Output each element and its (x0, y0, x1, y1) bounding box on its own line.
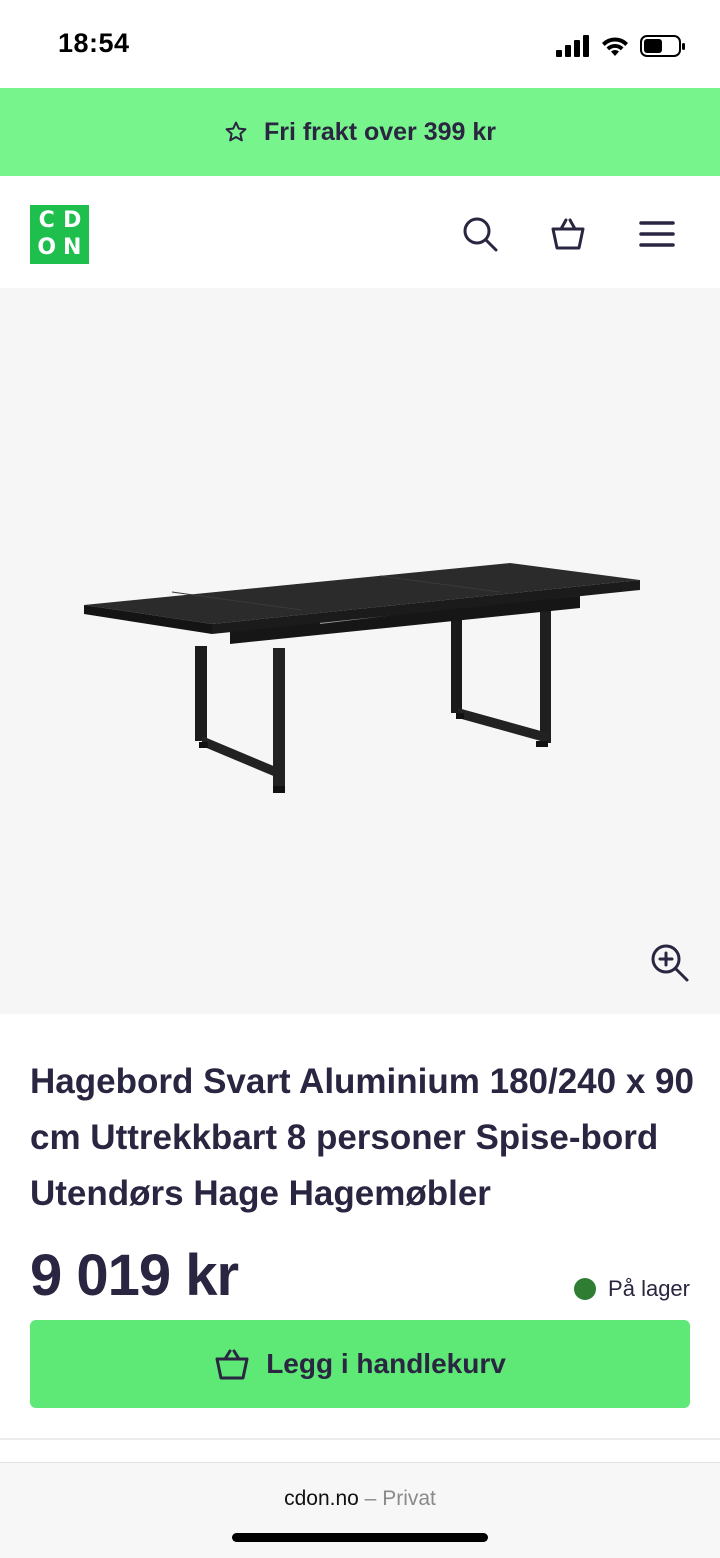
free-shipping-banner[interactable]: Fri frakt over 399 kr (0, 88, 720, 176)
signal-icon (556, 35, 589, 57)
section-divider (0, 1438, 720, 1440)
wifi-icon (602, 37, 628, 56)
zoom-in-icon (651, 944, 689, 982)
stock-status: På lager (574, 1276, 690, 1302)
basket-icon (215, 1349, 249, 1380)
add-to-cart-button[interactable]: Legg i handlekurv (30, 1320, 690, 1408)
zoom-button[interactable] (650, 943, 690, 983)
status-time: 18:54 (58, 28, 130, 58)
logo-letter-o: O (37, 234, 57, 260)
add-to-cart-label: Legg i handlekurv (266, 1348, 506, 1379)
private-mode-label: Privat (382, 1487, 436, 1510)
cart-button[interactable] (548, 214, 588, 254)
browser-address-bar[interactable]: cdon.no – Privat (0, 1462, 720, 1558)
stock-status-label: På lager (608, 1276, 690, 1301)
cdon-logo[interactable]: C D O N (30, 205, 89, 264)
logo-letter-c: C (38, 208, 55, 234)
star-icon (225, 121, 247, 142)
logo-letter-n: N (63, 234, 82, 260)
search-icon (463, 217, 498, 252)
product-image-gallery[interactable] (0, 288, 720, 1014)
url-domain: cdon.no (284, 1487, 359, 1510)
promo-text: Fri frakt over 399 kr (263, 117, 497, 146)
menu-button[interactable] (637, 214, 677, 254)
search-button[interactable] (460, 214, 500, 254)
site-header: C D O N (0, 176, 720, 288)
status-bar: 18:54 (0, 0, 720, 88)
basket-icon (551, 218, 585, 250)
home-indicator[interactable] (232, 1533, 488, 1542)
browser-url[interactable]: cdon.no – Privat (0, 1487, 720, 1511)
product-title: Hagebord Svart Aluminium 180/240 x 90 cm… (30, 1062, 694, 1213)
status-icons (556, 32, 686, 60)
product-image (84, 563, 640, 793)
url-separator: – (358, 1487, 383, 1510)
menu-icon (639, 221, 675, 247)
battery-icon (640, 35, 685, 57)
in-stock-indicator (574, 1278, 597, 1300)
product-price: 9 019 kr (30, 1243, 239, 1308)
logo-letter-d: D (63, 208, 82, 234)
